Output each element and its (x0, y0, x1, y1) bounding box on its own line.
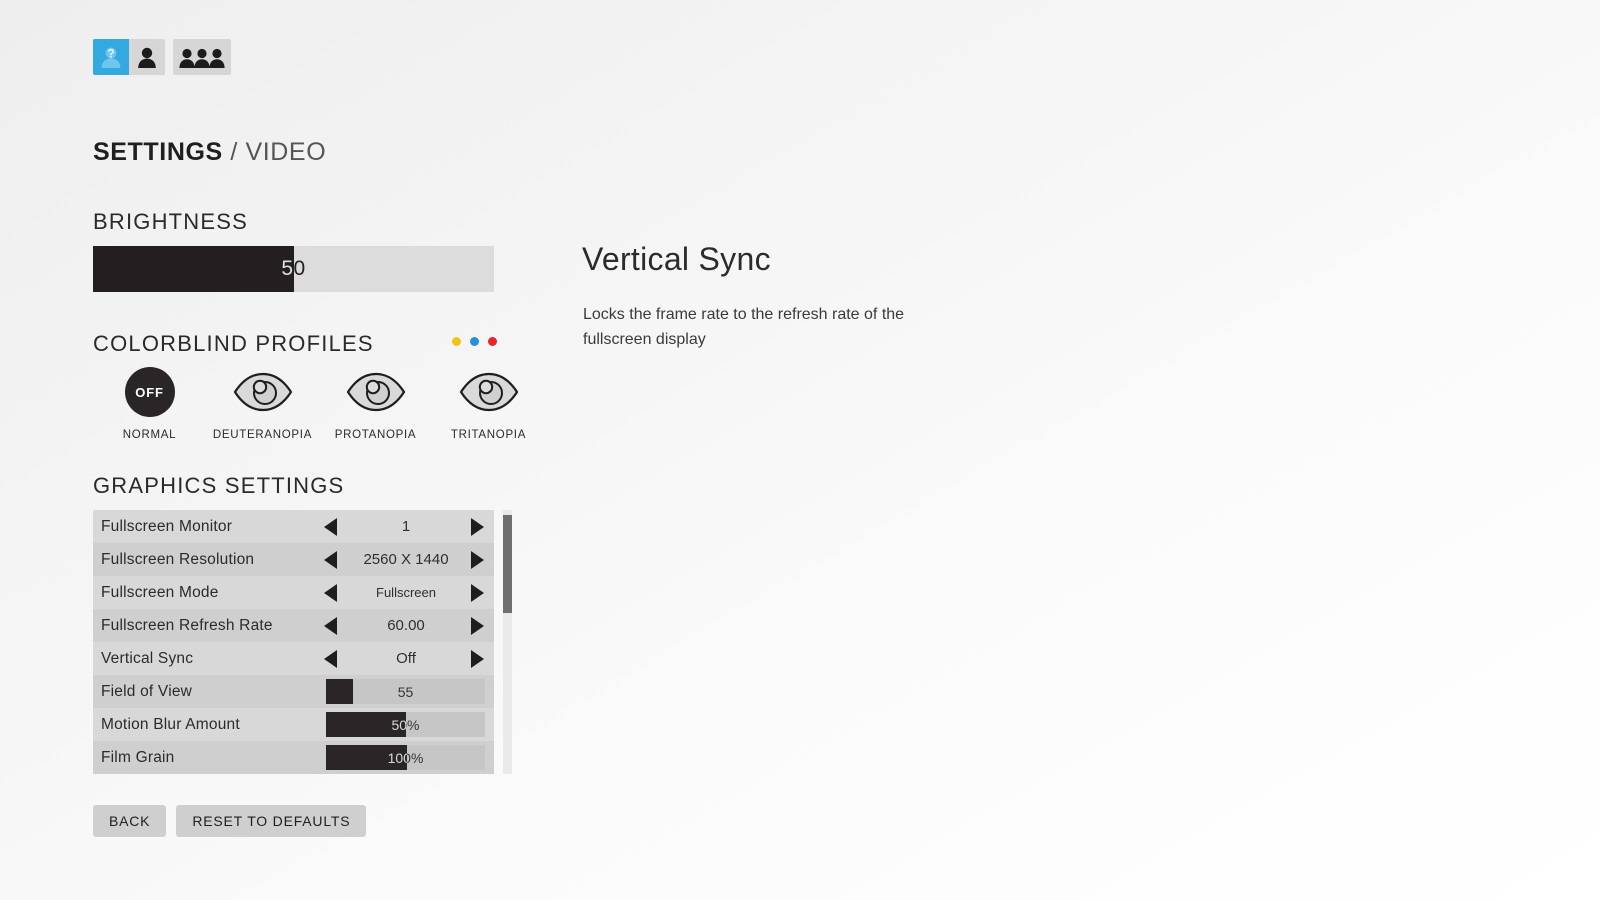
graphics-scrollbar-thumb[interactable] (503, 515, 512, 613)
settings-row-value: 100% (387, 749, 424, 766)
eye-icon (345, 366, 407, 418)
footer-buttons: BACK RESET TO DEFAULTS (93, 805, 367, 837)
settings-row-label: Fullscreen Monitor (101, 517, 233, 535)
red-dot (488, 337, 497, 346)
colorblind-profile-label: NORMAL (122, 429, 177, 441)
arrow-left-icon[interactable] (324, 517, 337, 536)
settings-row[interactable]: Fullscreen Mode Fullscreen (93, 576, 494, 609)
profile-slot-party[interactable] (173, 39, 231, 75)
back-button[interactable]: BACK (93, 805, 167, 837)
settings-row[interactable]: Fullscreen Resolution 2560 X 1440 (93, 543, 494, 576)
blue-dot (470, 337, 479, 346)
settings-row-value: 60.00 (387, 617, 425, 634)
settings-row-label: Fullscreen Refresh Rate (101, 616, 273, 634)
settings-row-label: Vertical Sync (101, 649, 194, 667)
description-body: Locks the frame rate to the refresh rate… (583, 306, 905, 348)
arrow-right-icon[interactable] (471, 616, 484, 635)
colorblind-heading: COLORBLIND PROFILES (93, 331, 374, 356)
brightness-heading: BRIGHTNESS (93, 209, 249, 234)
arrow-right-icon[interactable] (471, 550, 484, 569)
colorblind-off-badge: OFF (124, 367, 175, 417)
brightness-slider[interactable]: 50 (93, 246, 494, 292)
colorblind-dot-indicators (452, 337, 497, 346)
settings-row-label: Fullscreen Resolution (101, 550, 255, 568)
arrow-left-icon[interactable] (324, 583, 337, 602)
settings-row-slider[interactable]: 50% (326, 712, 485, 737)
colorblind-profile-label: TRITANOPIA (450, 429, 527, 441)
settings-row-label: Motion Blur Amount (101, 715, 240, 733)
breadcrumb-video: / VIDEO (230, 138, 327, 166)
arrow-left-icon[interactable] (324, 550, 337, 569)
settings-row-label: Film Grain (101, 748, 175, 766)
eye-icon (232, 366, 294, 418)
colorblind-profile-normal[interactable]: OFF NORMAL (93, 366, 206, 441)
person-question-icon: ? (100, 45, 122, 69)
settings-row-label: Field of View (101, 682, 193, 700)
graphics-scrollbar[interactable] (503, 510, 512, 774)
eye-icon (458, 366, 520, 418)
settings-row-value: Fullscreen (376, 585, 436, 600)
settings-row[interactable]: Field of View 55 (93, 675, 494, 708)
svg-text:?: ? (107, 46, 114, 60)
description-title: Vertical Sync (582, 241, 771, 277)
settings-row[interactable]: Motion Blur Amount 50% (93, 708, 494, 741)
colorblind-profile-label: DEUTERANOPIA (212, 429, 313, 441)
brightness-value: 50 (281, 257, 306, 280)
colorblind-profile-label: PROTANOPIA (334, 429, 417, 441)
settings-row-value: 55 (397, 683, 414, 700)
profile-slot-single[interactable] (129, 39, 165, 75)
arrow-left-icon[interactable] (324, 616, 337, 635)
settings-row[interactable]: Vertical Sync Off (93, 642, 494, 675)
settings-row[interactable]: Film Grain 100% (93, 741, 494, 774)
settings-row-value: 50% (391, 716, 420, 733)
colorblind-profile-deuteranopia[interactable]: DEUTERANOPIA (206, 366, 319, 441)
profile-group-party[interactable] (173, 39, 231, 75)
settings-row[interactable]: Fullscreen Refresh Rate 60.00 (93, 609, 494, 642)
settings-row-label: Fullscreen Mode (101, 583, 219, 601)
profile-group-primary: ? (93, 39, 165, 75)
colorblind-profile-tritanopia[interactable]: TRITANOPIA (432, 366, 545, 441)
colorblind-profile-list: OFF NORMAL DEUTERANOPIA PROTANOPIA TRITANOPI… (93, 366, 545, 441)
breadcrumb-settings: SETTINGS (93, 138, 223, 166)
settings-row[interactable]: Fullscreen Monitor 1 (93, 510, 494, 543)
graphics-settings-rows: Fullscreen Monitor 1 Fullscreen Resolution… (93, 510, 494, 774)
profile-slot-unknown[interactable]: ? (93, 39, 129, 75)
graphics-settings-panel: Fullscreen Monitor 1 Fullscreen Resolution… (93, 510, 494, 774)
settings-row-value: 1 (401, 518, 411, 535)
settings-row-slider[interactable]: 100% (326, 745, 485, 770)
profile-bar: ? (93, 39, 231, 75)
off-circle-icon: OFF (124, 366, 175, 418)
arrow-right-icon[interactable] (471, 583, 484, 602)
settings-row-value: 2560 X 1440 (363, 551, 449, 568)
colorblind-profile-protanopia[interactable]: PROTANOPIA (319, 366, 432, 441)
three-people-icon (179, 45, 225, 69)
person-icon (136, 45, 158, 69)
arrow-left-icon[interactable] (324, 649, 337, 668)
breadcrumb: SETTINGS / VIDEO (93, 138, 326, 167)
arrow-right-icon[interactable] (471, 649, 484, 668)
arrow-right-icon[interactable] (471, 517, 484, 536)
settings-row-value: Off (396, 650, 416, 667)
settings-row-slider[interactable]: 55 (326, 679, 485, 704)
graphics-heading: GRAPHICS SETTINGS (93, 473, 345, 498)
reset-to-defaults-button[interactable]: RESET TO DEFAULTS (176, 805, 367, 837)
yellow-dot (452, 337, 461, 346)
